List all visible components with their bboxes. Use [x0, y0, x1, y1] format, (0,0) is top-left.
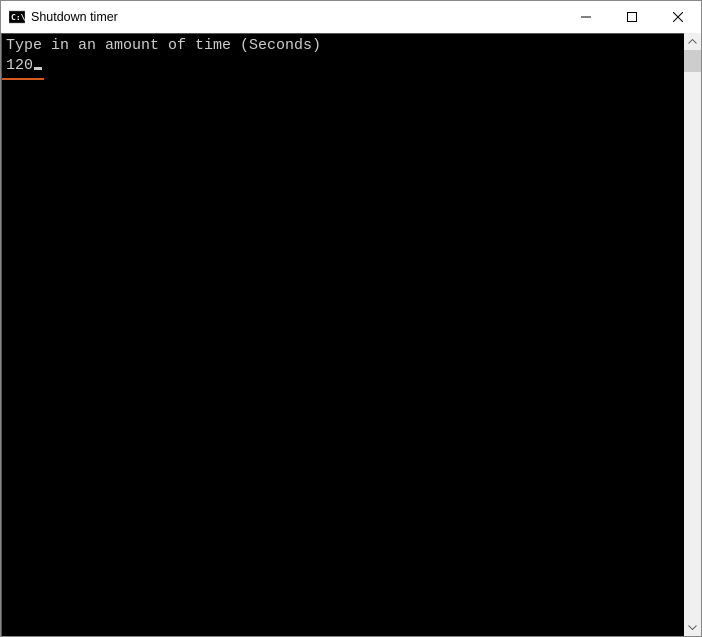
cmd-icon: C:\ [9, 9, 25, 25]
console-area[interactable]: Type in an amount of time (Seconds) 120 [1, 33, 684, 636]
console-prompt-line: Type in an amount of time (Seconds) [6, 36, 680, 56]
scroll-thumb[interactable] [684, 50, 701, 72]
content-area: Type in an amount of time (Seconds) 120 [1, 33, 701, 636]
console-input-value: 120 [6, 57, 33, 74]
vertical-scrollbar[interactable] [684, 33, 701, 636]
console-input-line: 120 [6, 56, 680, 76]
close-icon [673, 12, 683, 22]
svg-text:C:\: C:\ [11, 13, 25, 22]
scroll-track[interactable] [684, 50, 701, 619]
titlebar[interactable]: C:\ Shutdown timer [1, 1, 701, 33]
app-window: C:\ Shutdown timer [0, 0, 702, 637]
cursor-icon [34, 67, 42, 70]
window-controls [563, 1, 701, 33]
chevron-down-icon [688, 625, 697, 630]
scroll-up-button[interactable] [684, 33, 701, 50]
maximize-button[interactable] [609, 1, 655, 33]
minimize-icon [581, 12, 591, 22]
chevron-up-icon [688, 39, 697, 44]
minimize-button[interactable] [563, 1, 609, 33]
scroll-down-button[interactable] [684, 619, 701, 636]
maximize-icon [627, 12, 637, 22]
close-button[interactable] [655, 1, 701, 33]
annotation-underline [2, 78, 44, 80]
window-title: Shutdown timer [31, 10, 563, 24]
